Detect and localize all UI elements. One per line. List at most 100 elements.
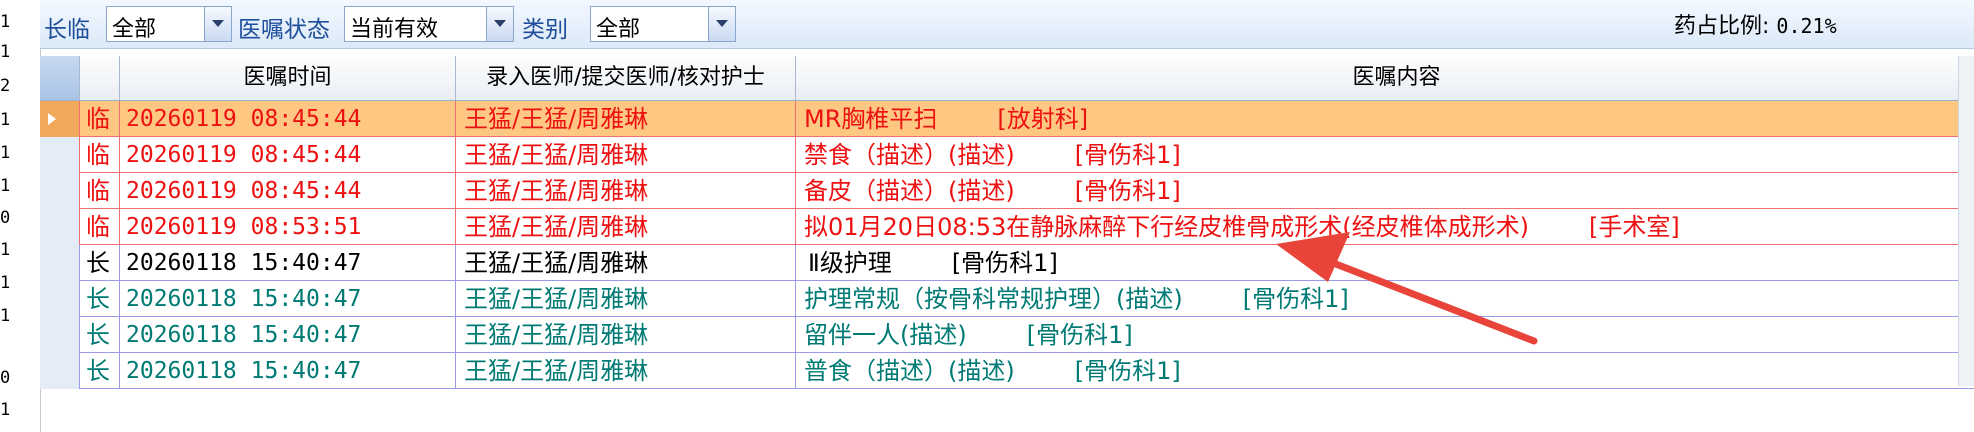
order-dept-text: [骨伤科1] xyxy=(1074,357,1181,385)
gutter-text: 1 xyxy=(0,273,11,293)
order-type-cell: 长 xyxy=(80,245,120,281)
order-type-cell: 临 xyxy=(80,137,120,173)
left-gutter: 1 1 2 1 1 1 0 1 1 1 0 1 xyxy=(0,0,41,432)
row-indicator[interactable] xyxy=(40,173,80,209)
table-row[interactable]: 临 20260119 08:45:44 王猛/王猛/周雅琳 禁食（描述）(描述)… xyxy=(40,137,1974,173)
row-indicator[interactable] xyxy=(40,101,80,137)
column-header-content[interactable]: 医嘱内容 xyxy=(796,56,1974,100)
gutter-text: 1 xyxy=(0,306,11,326)
order-doctors-cell: 王猛/王猛/周雅琳 xyxy=(456,101,796,137)
order-type-label: 长临 xyxy=(44,17,90,43)
table-row[interactable]: 临 20260119 08:45:44 王猛/王猛/周雅琳 MR胸椎平扫 [放射科… xyxy=(40,101,1974,137)
order-content-cell: 普食（描述）(描述) [骨伤科1] xyxy=(796,353,1974,389)
gutter-text: 0 xyxy=(0,208,11,228)
current-row-arrow-icon xyxy=(48,113,56,125)
order-content-text: 护理常规（按骨科常规护理）(描述) xyxy=(804,285,1183,313)
order-doctors-cell: 王猛/王猛/周雅琳 xyxy=(456,137,796,173)
gutter-text: 1 xyxy=(0,42,11,62)
drug-ratio-value: 0.21% xyxy=(1776,14,1837,38)
order-dept-text: [骨伤科1] xyxy=(951,249,1058,277)
order-time-cell: 20260119 08:45:44 xyxy=(120,101,456,137)
gutter-text: 2 xyxy=(0,76,11,96)
row-indicator[interactable] xyxy=(40,209,80,245)
order-type-cell: 长 xyxy=(80,353,120,389)
order-content-cell: 留伴一人(描述) [骨伤科1] xyxy=(796,317,1974,353)
chevron-down-icon xyxy=(716,20,728,27)
order-type-cell: 长 xyxy=(80,317,120,353)
category-dropdown-button[interactable] xyxy=(708,7,735,41)
order-doctors-cell: 王猛/王猛/周雅琳 xyxy=(456,317,796,353)
order-status-dropdown-button[interactable] xyxy=(486,7,513,41)
category-label: 类别 xyxy=(522,17,568,43)
filter-toolbar: 长临 全部 医嘱状态 当前有效 类别 全部 药占比例: 0.21% xyxy=(40,0,1974,49)
category-value: 全部 xyxy=(596,17,641,42)
order-status-value: 当前有效 xyxy=(350,17,439,42)
column-header-doctors[interactable]: 录入医师/提交医师/核对护士 xyxy=(456,56,796,100)
order-content-cell: Ⅱ级护理 [骨伤科1] xyxy=(796,245,1974,281)
row-indicator[interactable] xyxy=(40,281,80,317)
order-time-cell: 20260119 08:45:44 xyxy=(120,173,456,209)
order-content-cell: 禁食（描述）(描述) [骨伤科1] xyxy=(796,137,1974,173)
order-content-text: 普食（描述）(描述) xyxy=(804,357,1015,385)
gutter-text: 1 xyxy=(0,176,11,196)
chevron-down-icon xyxy=(212,20,224,27)
gutter-text: 0 xyxy=(0,368,11,388)
order-content-cell: 护理常规（按骨科常规护理）(描述) [骨伤科1] xyxy=(796,281,1974,317)
order-type-select[interactable]: 全部 xyxy=(106,6,232,42)
table-row[interactable]: 临 20260119 08:53:51 王猛/王猛/周雅琳 拟01月20日08:… xyxy=(40,209,1974,245)
order-time-cell: 20260119 08:45:44 xyxy=(120,137,456,173)
order-content-text: 留伴一人(描述) xyxy=(804,321,967,349)
row-indicator[interactable] xyxy=(40,317,80,353)
order-time-cell: 20260118 15:40:47 xyxy=(120,317,456,353)
order-doctors-cell: 王猛/王猛/周雅琳 xyxy=(456,173,796,209)
table-row[interactable]: 长 20260118 15:40:47 王猛/王猛/周雅琳 Ⅱ级护理 [骨伤科1] xyxy=(40,245,1974,281)
order-content-text: MR胸椎平扫 xyxy=(804,105,938,133)
order-doctors-cell: 王猛/王猛/周雅琳 xyxy=(456,245,796,281)
vertical-scrollbar[interactable] xyxy=(1958,56,1974,386)
select-all-corner[interactable] xyxy=(40,56,80,100)
order-dept-text: [骨伤科1] xyxy=(1074,177,1181,205)
gutter-text: 1 xyxy=(0,12,11,32)
column-header-type[interactable] xyxy=(80,56,120,100)
order-content-text: 禁食（描述）(描述) xyxy=(804,141,1015,169)
drug-ratio: 药占比例: 0.21% xyxy=(1674,8,1837,40)
grid-header: 医嘱时间 录入医师/提交医师/核对护士 医嘱内容 xyxy=(40,56,1974,101)
gutter-text: 1 xyxy=(0,143,11,163)
chevron-down-icon xyxy=(494,20,506,27)
order-dept-text: [骨伤科1] xyxy=(1074,141,1181,169)
drug-ratio-label: 药占比例: xyxy=(1674,14,1770,39)
category-select[interactable]: 全部 xyxy=(590,6,736,42)
order-dept-text: [骨伤科1] xyxy=(1026,321,1133,349)
order-time-cell: 20260118 15:40:47 xyxy=(120,353,456,389)
order-content-text: Ⅱ级护理 xyxy=(808,249,892,277)
order-dept-text: [骨伤科1] xyxy=(1242,285,1349,313)
order-doctors-cell: 王猛/王猛/周雅琳 xyxy=(456,353,796,389)
order-dept-text: [放射科] xyxy=(997,105,1089,133)
order-type-cell: 临 xyxy=(80,101,120,137)
order-type-cell: 临 xyxy=(80,209,120,245)
gutter-text: 1 xyxy=(0,400,11,420)
order-type-cell: 长 xyxy=(80,281,120,317)
table-row[interactable]: 临 20260119 08:45:44 王猛/王猛/周雅琳 备皮（描述）(描述)… xyxy=(40,173,1974,209)
row-indicator[interactable] xyxy=(40,353,80,389)
row-indicator[interactable] xyxy=(40,245,80,281)
gutter-text: 1 xyxy=(0,240,11,260)
table-row[interactable]: 长 20260118 15:40:47 王猛/王猛/周雅琳 留伴一人(描述) [骨… xyxy=(40,317,1974,353)
order-time-cell: 20260118 15:40:47 xyxy=(120,281,456,317)
order-doctors-cell: 王猛/王猛/周雅琳 xyxy=(456,281,796,317)
order-content-cell: MR胸椎平扫 [放射科] xyxy=(796,101,1974,137)
order-status-select[interactable]: 当前有效 xyxy=(344,6,514,42)
table-row[interactable]: 长 20260118 15:40:47 王猛/王猛/周雅琳 护理常规（按骨科常规… xyxy=(40,281,1974,317)
order-content-text: 备皮（描述）(描述) xyxy=(804,177,1015,205)
order-type-cell: 临 xyxy=(80,173,120,209)
row-indicator[interactable] xyxy=(40,137,80,173)
order-status-label: 医嘱状态 xyxy=(238,17,330,43)
order-dept-text: [手术室] xyxy=(1588,213,1680,241)
order-content-cell: 备皮（描述）(描述) [骨伤科1] xyxy=(796,173,1974,209)
order-type-value: 全部 xyxy=(112,17,157,42)
order-content-cell: 拟01月20日08:53在静脉麻醉下行经皮椎骨成形术(经皮椎体成形术) [手术室] xyxy=(796,209,1974,245)
order-type-dropdown-button[interactable] xyxy=(204,7,231,41)
table-row[interactable]: 长 20260118 15:40:47 王猛/王猛/周雅琳 普食（描述）(描述)… xyxy=(40,353,1974,389)
column-header-time[interactable]: 医嘱时间 xyxy=(120,56,456,100)
order-time-cell: 20260118 15:40:47 xyxy=(120,245,456,281)
